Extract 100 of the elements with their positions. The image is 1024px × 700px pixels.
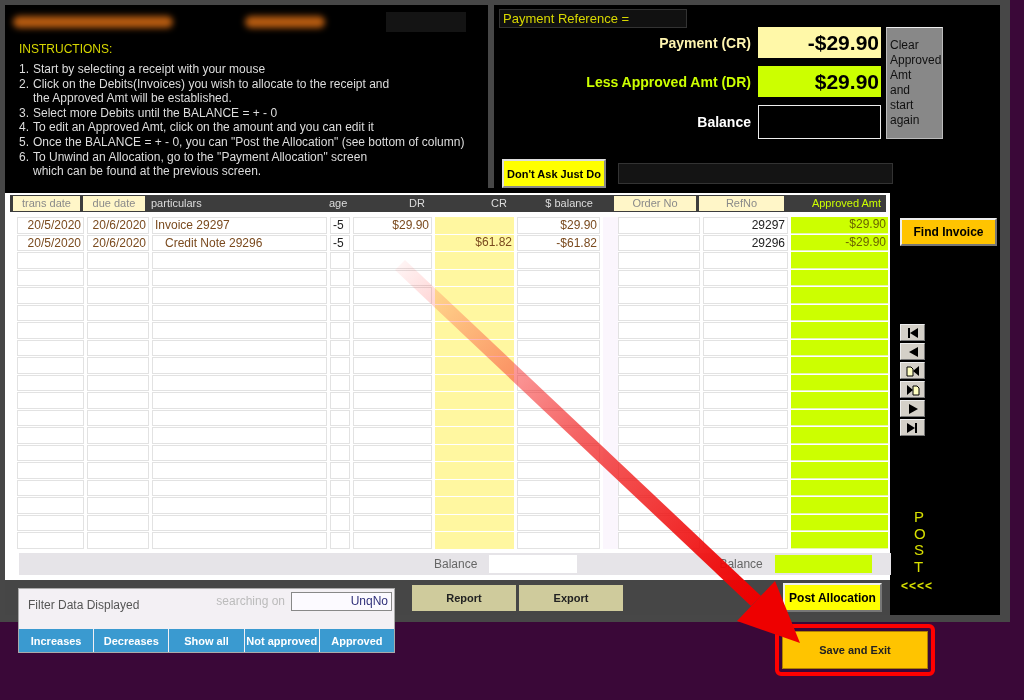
table-cell: 20/6/2020 xyxy=(87,217,149,234)
table-cell xyxy=(87,532,149,549)
table-cell xyxy=(330,287,350,304)
save-and-exit-button[interactable]: Save and Exit xyxy=(782,631,928,669)
find-invoice-button[interactable]: Find Invoice xyxy=(900,218,997,246)
skip-start-icon xyxy=(905,326,920,339)
skip-end-icon xyxy=(905,421,920,434)
balance-label: Balance xyxy=(434,556,478,571)
instruction-text: Once the BALANCE = + - 0, you can "Post the Allocation" (see bottom of column) xyxy=(33,134,465,150)
table-cell: 20/5/2020 xyxy=(17,234,84,251)
instruction-text: Start by selecting a receipt with your mouse xyxy=(33,62,266,77)
instruction-text: Select more Debits until the BALANCE = + - 0 xyxy=(33,105,278,121)
record-nav-button[interactable] xyxy=(900,362,925,379)
page-left-triangle-icon xyxy=(905,364,920,377)
table-cell xyxy=(330,462,350,479)
table-cell xyxy=(17,392,84,409)
table-cell xyxy=(17,339,84,356)
table-cell xyxy=(330,269,350,286)
table-cell xyxy=(17,252,84,269)
search-field[interactable]: UnqNo xyxy=(291,591,392,611)
record-nav-button[interactable] xyxy=(900,400,925,417)
column-header[interactable]: DR xyxy=(349,196,428,211)
table-cell xyxy=(330,374,350,391)
table-cell xyxy=(17,497,84,514)
step-number: 3. xyxy=(19,105,30,121)
table-cell xyxy=(87,287,149,304)
table-cell xyxy=(87,357,149,374)
record-nav-button[interactable] xyxy=(900,324,925,341)
table-cell xyxy=(330,392,350,409)
record-nav-button[interactable] xyxy=(900,343,925,360)
right-triangle-page-icon xyxy=(905,383,920,396)
payment-reference-label: Payment Reference = xyxy=(499,9,687,28)
table-cell xyxy=(17,304,84,321)
table-cell: Invoice 29297 xyxy=(152,217,327,234)
clear-approved-button[interactable]: Clear Approved Amt and start again xyxy=(886,27,943,139)
table-cell: 29296 xyxy=(703,234,788,251)
table-cell xyxy=(87,409,149,426)
table-cell xyxy=(330,479,350,496)
amount-value: -$29.90 xyxy=(758,27,881,58)
step-number: 2. xyxy=(19,76,30,93)
action-button[interactable]: Report xyxy=(412,584,516,611)
instruction-text: To Unwind an Allocation, go to the "Payment Allocation" screen which can be found at the previous screen. xyxy=(33,149,368,179)
record-nav-button[interactable] xyxy=(900,381,925,398)
instruction-text: To edit an Approved Amt, click on the amount and you can edit it xyxy=(33,120,374,135)
table-cell xyxy=(17,514,84,531)
table-cell xyxy=(330,339,350,356)
instruction-text: Click on the Debits(Invoices) you wish to allocate to the receipt and the Approved Amt will be established. xyxy=(33,76,390,106)
step-number: 4. xyxy=(19,120,30,135)
table-cell xyxy=(330,304,350,321)
table-cell xyxy=(87,462,149,479)
column-header[interactable]: $ balance xyxy=(513,196,596,211)
column-header[interactable]: Approved Amt xyxy=(787,196,884,211)
table-cell xyxy=(87,374,149,391)
table-cell: -$29.90 xyxy=(791,234,888,251)
step-number: 1. xyxy=(19,62,30,77)
table-cell xyxy=(87,339,149,356)
post-label: POST xyxy=(914,509,927,575)
table-cell xyxy=(87,479,149,496)
table-cell: -5 xyxy=(330,234,350,251)
table-cell xyxy=(17,479,84,496)
table-cell xyxy=(87,252,149,269)
table-cell xyxy=(330,532,350,549)
instructions-heading: INSTRUCTIONS: xyxy=(19,42,114,56)
amount-label: Balance xyxy=(696,114,751,130)
column-header[interactable]: CR xyxy=(431,196,510,211)
table-cell xyxy=(330,497,350,514)
record-nav-button[interactable] xyxy=(900,419,925,436)
table-cell xyxy=(17,287,84,304)
table-cell xyxy=(330,252,350,269)
table-cell xyxy=(87,497,149,514)
table-cell: -5 xyxy=(330,217,350,234)
step-number: 6. xyxy=(19,149,30,166)
table-cell xyxy=(17,427,84,444)
action-button[interactable]: Export xyxy=(519,584,623,611)
column-header[interactable]: particulars xyxy=(148,196,323,211)
column-header[interactable]: age xyxy=(326,196,346,211)
table-cell xyxy=(17,409,84,426)
action-button[interactable]: Post Allocation xyxy=(783,583,882,612)
table-cell xyxy=(330,322,350,339)
post-arrows: <<<< xyxy=(901,579,934,593)
table-cell: Credit Note 29296 xyxy=(152,234,327,251)
table-cell xyxy=(330,357,350,374)
table-cell xyxy=(17,462,84,479)
table-cell: $29.90 xyxy=(791,217,888,234)
table-cell xyxy=(330,444,350,461)
table-cell xyxy=(87,322,149,339)
table-cell: $29.90 xyxy=(353,217,432,234)
table-cell xyxy=(17,374,84,391)
step-number: 5. xyxy=(19,134,30,150)
amount-label: Less Approved Amt (DR) xyxy=(585,73,751,90)
table-cell xyxy=(87,304,149,321)
table-cell xyxy=(330,514,350,531)
search-label: searching on xyxy=(216,594,285,608)
table-cell xyxy=(87,514,149,531)
table-cell xyxy=(87,444,149,461)
table-cell: 29297 xyxy=(703,217,788,234)
dont-ask-button[interactable]: Don't Ask Just Do xyxy=(502,159,606,188)
table-cell xyxy=(330,409,350,426)
table-cell xyxy=(87,392,149,409)
table-cell xyxy=(17,532,84,549)
